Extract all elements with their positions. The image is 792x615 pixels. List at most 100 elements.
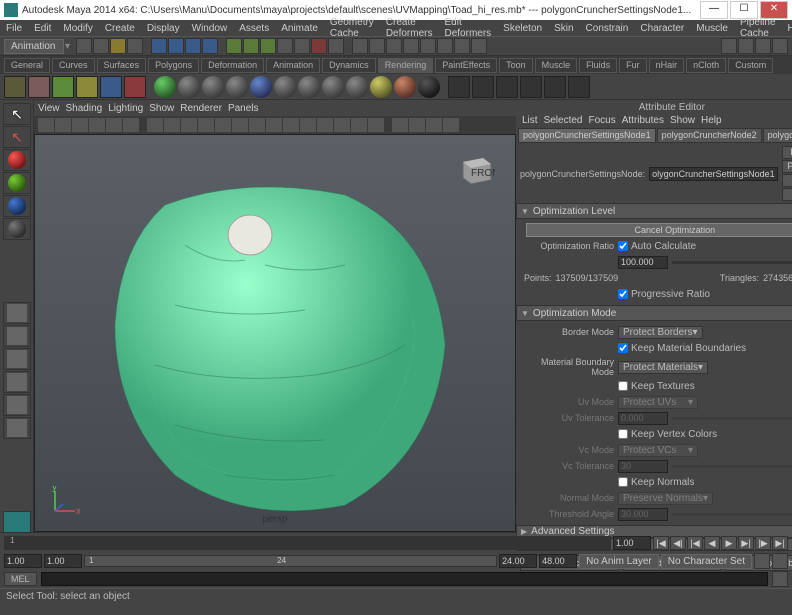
shelf-button[interactable]	[100, 76, 122, 98]
vp-tool[interactable]	[392, 118, 408, 132]
attr-menu-attributes[interactable]: Attributes	[622, 115, 664, 126]
ratio-field[interactable]: 100.000	[618, 256, 668, 269]
vp-menu-view[interactable]: View	[38, 103, 60, 114]
shelf-button[interactable]	[496, 76, 518, 98]
toolbar-button[interactable]	[369, 38, 385, 54]
vp-tool[interactable]	[409, 118, 425, 132]
attr-menu-selected[interactable]: Selected	[544, 115, 583, 126]
vp-tool[interactable]	[198, 118, 214, 132]
shelf-tab-fluids[interactable]: Fluids	[579, 58, 617, 73]
vp-tool[interactable]	[38, 118, 54, 132]
hide-button[interactable]: Hide	[782, 188, 792, 201]
material-ball[interactable]	[250, 76, 272, 98]
menu-constrain[interactable]: Constrain	[582, 22, 633, 35]
toolbar-button[interactable]	[168, 38, 184, 54]
toolbar-button[interactable]	[437, 38, 453, 54]
vp-tool[interactable]	[147, 118, 163, 132]
layout-button[interactable]	[3, 348, 31, 370]
menu-skin[interactable]: Skin	[550, 22, 577, 35]
last-tool[interactable]	[3, 218, 31, 240]
material-ball[interactable]	[370, 76, 392, 98]
maya-icon[interactable]	[3, 511, 31, 533]
attr-menu-focus[interactable]: Focus	[588, 115, 615, 126]
menu-edit[interactable]: Edit	[30, 22, 55, 35]
toolbar-button[interactable]	[772, 38, 788, 54]
node-name-field[interactable]: olygonCruncherSettingsNode1	[649, 167, 778, 181]
shelf-tab-general[interactable]: General	[4, 58, 50, 73]
vp-tool[interactable]	[89, 118, 105, 132]
next-key-button[interactable]: ▶|	[738, 536, 754, 550]
minimize-button[interactable]: —	[700, 1, 728, 19]
material-ball[interactable]	[394, 76, 416, 98]
shelf-tab-polygons[interactable]: Polygons	[148, 58, 199, 73]
shelf-tab-deformation[interactable]: Deformation	[201, 58, 264, 73]
shelf-button[interactable]	[52, 76, 74, 98]
anim-layer-combo[interactable]: No Anim Layer	[579, 554, 659, 569]
menu-display[interactable]: Display	[143, 22, 184, 35]
node-tab[interactable]: polygonCru	[763, 128, 792, 143]
focus-button[interactable]: Focus	[782, 146, 792, 159]
menu-muscle[interactable]: Muscle	[692, 22, 732, 35]
menu-create-deformers[interactable]: Create Deformers	[382, 16, 437, 40]
range-in[interactable]: 1.00	[44, 554, 82, 568]
shelf-tab-nhair[interactable]: nHair	[649, 58, 685, 73]
toolbar-button[interactable]	[386, 38, 402, 54]
script-editor-button[interactable]	[772, 571, 788, 587]
vp-tool[interactable]	[55, 118, 71, 132]
menu-skeleton[interactable]: Skeleton	[499, 22, 546, 35]
layout-button[interactable]	[3, 371, 31, 393]
toolbar-button[interactable]	[755, 38, 771, 54]
attr-menu-list[interactable]: List	[522, 115, 538, 126]
vp-tool[interactable]	[249, 118, 265, 132]
select-tool[interactable]: ↖	[3, 103, 31, 125]
vp-tool[interactable]	[351, 118, 367, 132]
step-forward-button[interactable]: |▶	[755, 536, 771, 550]
material-ball[interactable]	[418, 76, 440, 98]
prev-key-button[interactable]: |◀	[687, 536, 703, 550]
material-ball[interactable]	[322, 76, 344, 98]
node-tab[interactable]: polygonCruncherNode2	[657, 128, 762, 143]
current-frame[interactable]: 1.00	[613, 536, 651, 550]
viewport[interactable]: FRONT yx persp	[34, 134, 516, 532]
toolbar-button[interactable]	[277, 38, 293, 54]
toolbar-button[interactable]	[352, 38, 368, 54]
shelf-tab-surfaces[interactable]: Surfaces	[97, 58, 147, 73]
presets-button[interactable]: Presets	[782, 160, 792, 173]
keep-normals-checkbox[interactable]	[618, 477, 628, 487]
toolbar-button[interactable]	[311, 38, 327, 54]
ratio-slider[interactable]	[672, 261, 792, 264]
mel-input[interactable]	[41, 572, 768, 586]
menu-assets[interactable]: Assets	[235, 22, 273, 35]
shelf-button[interactable]	[76, 76, 98, 98]
material-ball[interactable]	[178, 76, 200, 98]
vp-tool[interactable]	[181, 118, 197, 132]
layout-button[interactable]	[3, 325, 31, 347]
shelf-button[interactable]	[472, 76, 494, 98]
toolbar-button[interactable]	[226, 38, 242, 54]
vp-menu-show[interactable]: Show	[149, 103, 174, 114]
toolbar-button[interactable]	[202, 38, 218, 54]
toolbar-button[interactable]	[721, 38, 737, 54]
step-back-button[interactable]: ◀|	[670, 536, 686, 550]
toolbar-button[interactable]	[420, 38, 436, 54]
show-button[interactable]: Show	[782, 174, 792, 187]
rewind-button[interactable]: |◀	[653, 536, 669, 550]
viewcube[interactable]: FRONT	[455, 150, 495, 190]
scale-tool[interactable]	[3, 195, 31, 217]
material-ball[interactable]	[274, 76, 296, 98]
toolbar-button[interactable]	[403, 38, 419, 54]
material-mode-combo[interactable]: Protect Materials▾	[618, 361, 708, 374]
lasso-tool[interactable]: ↖	[3, 126, 31, 148]
menu-modify[interactable]: Modify	[59, 22, 96, 35]
toolbar-button[interactable]	[471, 38, 487, 54]
vp-menu-renderer[interactable]: Renderer	[180, 103, 222, 114]
toolbar-button[interactable]	[243, 38, 259, 54]
menu-animate[interactable]: Animate	[277, 22, 322, 35]
shelf-tab-muscle[interactable]: Muscle	[535, 58, 578, 73]
menu-character[interactable]: Character	[636, 22, 688, 35]
shelf-tab-toon[interactable]: Toon	[499, 58, 533, 73]
section-optimization-mode[interactable]: Optimization Mode	[516, 305, 792, 321]
vp-tool[interactable]	[266, 118, 282, 132]
layout-button[interactable]	[3, 302, 31, 324]
shelf-tab-painteffects[interactable]: PaintEffects	[435, 58, 497, 73]
